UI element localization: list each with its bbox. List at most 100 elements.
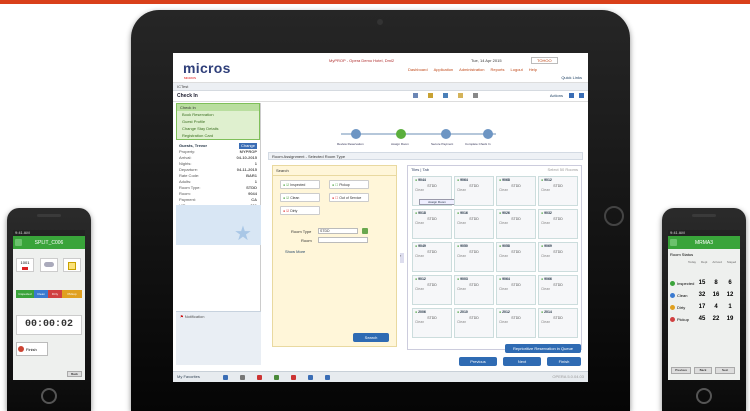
home-button[interactable] xyxy=(41,388,57,404)
tab-clean[interactable]: Clean xyxy=(34,290,48,298)
nav-logout[interactable]: Logout xyxy=(511,67,523,72)
stat-pickup[interactable] xyxy=(40,258,58,272)
nav-help[interactable]: Help xyxy=(529,67,537,72)
previous-button[interactable]: Previous xyxy=(671,367,691,374)
room-tile[interactable]: ● 9003 STDD Clean xyxy=(454,275,494,305)
room-tile[interactable]: ● 9012 STDD Clean xyxy=(538,176,578,206)
room-input[interactable] xyxy=(318,237,368,243)
room-tile[interactable]: ● 9058 STDD Clean xyxy=(496,242,536,272)
room-tile[interactable]: ● 9012 STDD Clean xyxy=(412,275,452,305)
room-tile[interactable]: ● 9049 STDD Clean xyxy=(412,242,452,272)
room-tile[interactable]: ● 2006 STDD Clean xyxy=(412,308,452,338)
room-tile[interactable]: ● 2012 STDD Clean xyxy=(496,308,536,338)
room-tile[interactable]: ● 9026 STDD Clean xyxy=(496,209,536,239)
room-tile[interactable]: ● 9016 STDD Clean xyxy=(454,209,494,239)
grid-icon[interactable] xyxy=(569,93,574,98)
favorites-label[interactable]: My Favorites xyxy=(177,374,200,379)
tab-inspected[interactable]: Inspected xyxy=(16,290,34,298)
phone-icon[interactable] xyxy=(325,375,330,380)
step-complete-dot[interactable] xyxy=(483,129,493,139)
row-value: 45 xyxy=(698,316,706,322)
chat-icon[interactable] xyxy=(308,375,313,380)
room-tile[interactable]: ● 9032 STDD Clean xyxy=(538,209,578,239)
print-icon[interactable] xyxy=(413,93,418,98)
search-button[interactable]: Search xyxy=(353,333,389,342)
status-row-inspected[interactable]: Inspected 15 8 6 xyxy=(670,278,738,288)
notification-label[interactable]: Notification xyxy=(185,314,205,319)
room-status: Clean xyxy=(457,287,467,291)
property-selector[interactable]: MyPROP - Opera Demo Hotel, Dml2 xyxy=(329,58,394,63)
check-label: Clean xyxy=(290,196,300,200)
user-box[interactable]: TOHOO xyxy=(531,57,558,64)
room-tile[interactable]: ● 9050 STDD Clean xyxy=(454,242,494,272)
calendar-icon[interactable] xyxy=(240,375,245,380)
next-button[interactable]: Next xyxy=(503,357,541,366)
actions-link[interactable]: Actions xyxy=(550,93,563,98)
room-tile[interactable]: ● 9066 STDD Clean xyxy=(538,275,578,305)
back-button[interactable]: Back xyxy=(694,367,712,374)
step-assign-dot[interactable] xyxy=(396,129,406,139)
room-tile[interactable]: ● 9069 STDD Clean xyxy=(538,242,578,272)
people-icon[interactable] xyxy=(274,375,279,380)
status-row-clean[interactable]: Clean 32 16 12 xyxy=(670,290,738,300)
stat-room-count[interactable]: 1001 xyxy=(16,258,34,272)
check-label: Out of Service xyxy=(339,196,362,200)
nav-application[interactable]: Application xyxy=(434,67,454,72)
row-value: 12 xyxy=(726,292,734,298)
room-tile[interactable]: ● 9018 STDD Clean xyxy=(412,209,452,239)
check-out-of-service[interactable]: ● ☐ Out of Service xyxy=(329,193,369,202)
next-button[interactable]: Next xyxy=(715,367,735,374)
nav-administration[interactable]: Administration xyxy=(459,67,484,72)
help-icon[interactable] xyxy=(579,93,584,98)
view-tabs[interactable]: Tiles | Tab xyxy=(411,167,429,172)
room-tile[interactable]: ● 9064 STDD Clean xyxy=(496,275,536,305)
assign-room-button[interactable]: Assign Room xyxy=(419,199,455,205)
room-tile[interactable]: ● 2010 STDD Clean xyxy=(454,308,494,338)
status-row-dirty[interactable]: Dirty 17 4 1 xyxy=(670,302,738,312)
room-tile[interactable]: ● 9068 STDD Clean xyxy=(496,176,536,206)
tab-pickup[interactable]: Pickup xyxy=(62,290,82,298)
task-guest-profile[interactable]: Guest Profile xyxy=(177,118,259,125)
menu-icon[interactable] xyxy=(15,239,22,246)
quick-links[interactable]: Quick Links xyxy=(561,75,582,80)
previous-button[interactable]: Previous xyxy=(459,357,497,366)
bell-icon[interactable] xyxy=(257,375,262,380)
home-icon[interactable] xyxy=(223,375,228,380)
room-tile[interactable]: ● 2014 STDD Clean xyxy=(538,308,578,338)
nav-dashboard[interactable]: Dashboard xyxy=(408,67,428,72)
tab-dirty[interactable]: Dirty xyxy=(48,290,62,298)
nav-reports[interactable]: Reports xyxy=(491,67,505,72)
show-more-link[interactable]: Show More xyxy=(285,249,305,254)
toolbar-icons xyxy=(413,93,478,98)
reprioritize-button[interactable]: Reprioritize Reservation in Queue xyxy=(505,344,581,353)
mail-icon[interactable] xyxy=(443,93,448,98)
task-book-reservation[interactable]: Book Reservation xyxy=(177,111,259,118)
lookup-icon[interactable] xyxy=(362,228,368,234)
room-tile[interactable]: ● 9064 STDD Clean xyxy=(454,176,494,206)
finish-button[interactable]: Finish xyxy=(16,342,48,356)
menu-icon[interactable] xyxy=(670,239,677,246)
check-clean[interactable]: ● ☑ Clean xyxy=(280,193,320,202)
camera-icon xyxy=(377,19,383,25)
task-change-stay[interactable]: Change Stay Details xyxy=(177,125,259,132)
breadcrumb[interactable]: ICTest xyxy=(173,83,588,91)
back-button[interactable]: Back xyxy=(67,371,82,377)
task-registration-card[interactable]: Registration Card xyxy=(177,132,259,139)
alert-icon[interactable] xyxy=(428,93,433,98)
status-row-pickup[interactable]: Pickup 45 22 19 xyxy=(670,314,738,324)
finish-button[interactable]: Finish xyxy=(547,357,581,366)
collapse-handle-icon[interactable]: ‹ xyxy=(400,253,404,263)
check-pickup[interactable]: ● ☐ Pickup xyxy=(329,180,369,189)
room-tile[interactable]: ● 9044 STDD Clean Assign Room xyxy=(412,176,455,206)
stat-room[interactable] xyxy=(63,258,81,272)
home-button[interactable] xyxy=(696,388,712,404)
step-payment-dot[interactable] xyxy=(441,129,451,139)
home-button[interactable] xyxy=(604,206,624,226)
alarm-icon[interactable] xyxy=(291,375,296,380)
check-dirty[interactable]: ● ☑ Dirty xyxy=(280,206,320,215)
settings-icon[interactable] xyxy=(473,93,478,98)
step-review-dot[interactable] xyxy=(351,129,361,139)
folder-icon[interactable] xyxy=(458,93,463,98)
check-inspected[interactable]: ● ☑ Inspected xyxy=(280,180,320,189)
room-type-input[interactable]: STDD xyxy=(318,228,358,234)
